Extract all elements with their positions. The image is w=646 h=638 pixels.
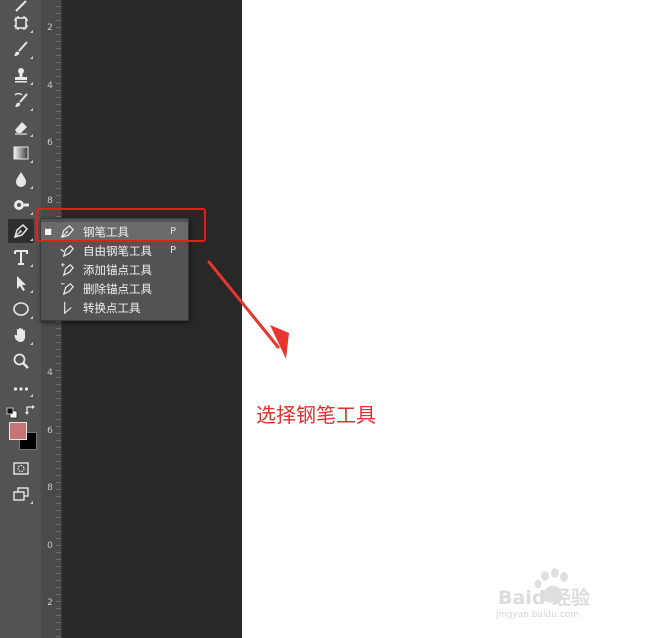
flyout-item-shortcut: P (170, 245, 177, 256)
type-icon[interactable] (8, 245, 34, 269)
flyout-item-freeform-pen-tool[interactable]: 自由钢笔工具 P (41, 241, 188, 260)
ruler-label: 6 (47, 425, 53, 436)
flyout-item-convert-point-tool[interactable]: 转换点工具 (41, 298, 188, 317)
swap-colors-icon[interactable] (24, 402, 38, 416)
history-brush-icon[interactable] (8, 89, 34, 113)
artboard-icon[interactable] (8, 11, 34, 35)
freeform-pen-icon (55, 243, 79, 258)
flyout-item-delete-anchor-point-tool[interactable]: 删除锚点工具 (41, 279, 188, 298)
blur-icon[interactable] (8, 167, 34, 191)
eraser-icon[interactable] (8, 115, 34, 139)
dodge-icon[interactable] (8, 193, 34, 217)
brush-icon[interactable] (8, 37, 34, 61)
ruler-label: 2 (47, 23, 53, 33)
add-anchor-point-icon (55, 262, 79, 277)
watermark-url: jingyan.baidu.com (496, 610, 580, 620)
ruler-label: 8 (47, 483, 53, 493)
quick-mask-icon[interactable] (8, 456, 34, 480)
ruler-label: 4 (47, 368, 53, 378)
ellipse-icon[interactable] (8, 297, 34, 321)
pen-icon[interactable] (8, 219, 34, 243)
flyout-item-label: 删除锚点工具 (83, 281, 152, 296)
tools-panel (0, 0, 42, 638)
annotation-arrow-icon (207, 260, 289, 359)
ruler-label: 4 (47, 80, 53, 91)
ruler-label: 2 (47, 598, 53, 608)
watermark-brand: Baid 经验 (498, 587, 591, 609)
annotation-highlight-box (36, 208, 206, 242)
hand-icon[interactable] (8, 323, 34, 347)
flyout-item-label: 自由钢笔工具 (83, 243, 152, 258)
delete-anchor-point-icon (55, 281, 79, 296)
foreground-color-swatch[interactable] (9, 422, 27, 440)
ruler-label: 0 (47, 540, 53, 551)
default-colors-icon[interactable] (6, 404, 18, 419)
gradient-icon[interactable] (8, 141, 34, 165)
screen-mode-icon[interactable] (8, 482, 34, 506)
ruler-label: 6 (47, 138, 53, 148)
flyout-item-label: 转换点工具 (83, 300, 141, 315)
flyout-item-label: 添加锚点工具 (83, 262, 152, 277)
annotation-caption: 选择钢笔工具 (256, 403, 376, 427)
stamp-icon[interactable] (8, 63, 34, 87)
path-selection-icon[interactable] (8, 271, 34, 295)
more-tools-icon[interactable] (8, 375, 34, 399)
ruler-label: 8 (47, 195, 53, 206)
convert-point-icon (55, 300, 79, 315)
flyout-item-add-anchor-point-tool[interactable]: 添加锚点工具 (41, 260, 188, 279)
zoom-icon[interactable] (8, 349, 34, 373)
